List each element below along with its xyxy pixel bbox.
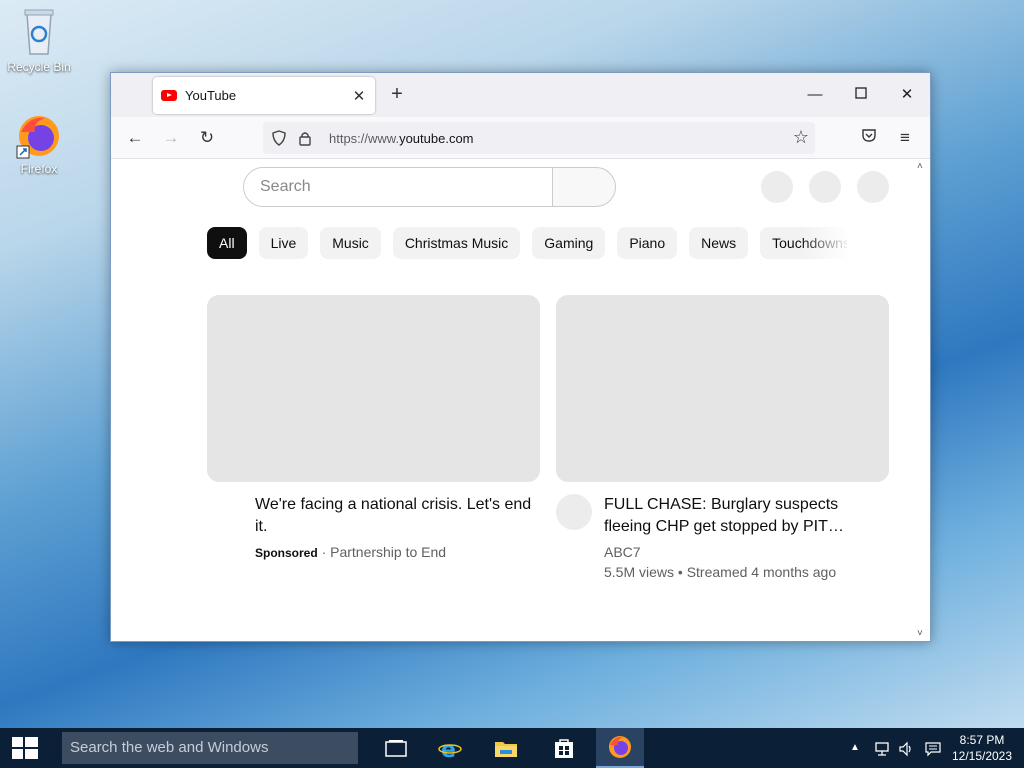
forward-button[interactable]: → — [159, 127, 183, 149]
navigation-bar: ← → ↻ https://www.youtube.com ☆ ≡ — [111, 117, 930, 159]
url-domain: youtube.com — [399, 130, 474, 146]
pocket-button[interactable] — [857, 127, 881, 149]
video-title[interactable]: We're facing a national crisis. Let's en… — [255, 494, 540, 538]
windows-logo-icon — [12, 737, 38, 759]
url-text[interactable]: https://www.youtube.com — [329, 131, 474, 146]
chip-news[interactable]: News — [689, 227, 749, 259]
video-meta: FULL CHASE: Burglary suspects fleeing CH… — [556, 494, 889, 582]
maximize-icon — [855, 87, 867, 99]
clock-date: 12/15/2023 — [951, 749, 1013, 763]
lock-icon[interactable] — [295, 130, 315, 146]
maximize-button[interactable] — [838, 81, 884, 109]
taskbar-clock[interactable]: 8:57 PM 12/15/2023 — [944, 732, 1020, 764]
youtube-search-input[interactable]: Search — [243, 167, 553, 207]
internet-explorer-icon: e — [438, 738, 462, 760]
taskbar-store[interactable] — [540, 728, 588, 768]
action-center-icon[interactable] — [922, 728, 944, 768]
tab-youtube[interactable]: YouTube ✕ — [153, 77, 375, 114]
clock-time: 8:57 PM — [959, 733, 1005, 747]
taskbar-firefox[interactable] — [596, 728, 644, 768]
url-prefix: https://www. — [329, 130, 400, 146]
pocket-icon — [862, 129, 876, 142]
reload-button[interactable]: ↻ — [195, 127, 219, 149]
bookmark-star-icon[interactable]: ☆ — [793, 127, 809, 148]
taskbar-file-explorer[interactable] — [482, 728, 530, 768]
chip-all[interactable]: All — [207, 227, 247, 259]
video-title[interactable]: FULL CHASE: Burglary suspects fleeing CH… — [604, 494, 889, 538]
sponsored-badge: Sponsored — [255, 546, 318, 560]
firefox-shortcut[interactable]: Firefox — [3, 112, 75, 176]
chip-music[interactable]: Music — [320, 227, 381, 259]
chip-christmas-music[interactable]: Christmas Music — [392, 227, 521, 259]
back-button[interactable]: ← — [123, 127, 147, 149]
taskbar-internet-explorer[interactable]: e — [426, 728, 474, 768]
channel-avatar[interactable] — [556, 494, 592, 530]
taskbar-search-input[interactable]: Search the web and Windows — [62, 732, 358, 764]
volume-icon[interactable] — [896, 728, 916, 768]
scroll-up-icon[interactable]: ˄ — [917, 161, 923, 172]
task-view-button[interactable] — [372, 728, 420, 768]
page-content: Search All Live Music Christmas Music Ga… — [111, 159, 930, 641]
task-view-icon — [385, 740, 407, 757]
minimize-button[interactable]: — — [792, 81, 838, 109]
video-card[interactable]: FULL CHASE: Burglary suspects fleeing CH… — [556, 295, 889, 582]
network-icon[interactable] — [872, 728, 892, 768]
chips-fade — [801, 227, 851, 259]
header-icon-placeholder[interactable] — [761, 171, 793, 203]
firefox-icon — [609, 736, 631, 758]
firefox-window: YouTube ✕ + — ✕ ← → ↻ https://www.youtub… — [110, 72, 931, 642]
video-stats: 5.5M views • Streamed 4 months ago — [604, 564, 837, 580]
scroll-down-icon[interactable]: ˅ — [917, 628, 923, 639]
filter-chips: All Live Music Christmas Music Gaming Pi… — [207, 227, 847, 259]
close-window-button[interactable]: ✕ — [884, 81, 930, 109]
new-tab-button[interactable]: + — [387, 83, 407, 106]
file-explorer-icon — [495, 742, 517, 757]
video-card[interactable]: We're facing a national crisis. Let's en… — [207, 295, 540, 563]
tracking-protection-shield-icon[interactable] — [269, 130, 289, 146]
svg-text:e: e — [441, 738, 456, 760]
firefox-icon — [16, 116, 59, 159]
start-button[interactable] — [0, 728, 50, 768]
chip-piano[interactable]: Piano — [617, 227, 678, 259]
video-sponsor-line: Sponsored · Partnership to End — [255, 542, 540, 563]
app-menu-button[interactable]: ≡ — [893, 127, 917, 149]
sponsor-name: · Partnership to End — [321, 544, 447, 560]
recycle-bin-label: Recycle Bin — [7, 60, 71, 74]
tab-title: YouTube — [185, 88, 237, 103]
store-icon — [555, 739, 573, 758]
youtube-icon — [161, 90, 177, 101]
vertical-scrollbar[interactable]: ˄ ˅ — [914, 159, 930, 641]
recycle-bin-shortcut[interactable]: Recycle Bin — [3, 6, 75, 74]
header-icon-placeholder[interactable] — [809, 171, 841, 203]
video-thumbnail[interactable] — [556, 295, 889, 482]
show-hidden-icons-button[interactable]: ▲ — [846, 728, 864, 768]
channel-name[interactable]: ABC7 — [604, 542, 889, 562]
close-tab-icon[interactable]: ✕ — [351, 87, 367, 105]
header-icon-placeholder[interactable] — [857, 171, 889, 203]
youtube-search-button[interactable] — [552, 167, 616, 207]
firefox-label: Firefox — [20, 162, 58, 176]
recycle-bin-icon — [24, 9, 54, 55]
video-meta: We're facing a national crisis. Let's en… — [207, 494, 540, 563]
taskbar: Search the web and Windows e ▲ 8:57 PM 1… — [0, 728, 1024, 768]
address-bar[interactable]: https://www.youtube.com ☆ — [263, 122, 815, 154]
chip-live[interactable]: Live — [258, 227, 309, 259]
tab-bar: YouTube ✕ + — ✕ — [111, 73, 930, 117]
video-thumbnail[interactable] — [207, 295, 540, 482]
chip-gaming[interactable]: Gaming — [532, 227, 606, 259]
